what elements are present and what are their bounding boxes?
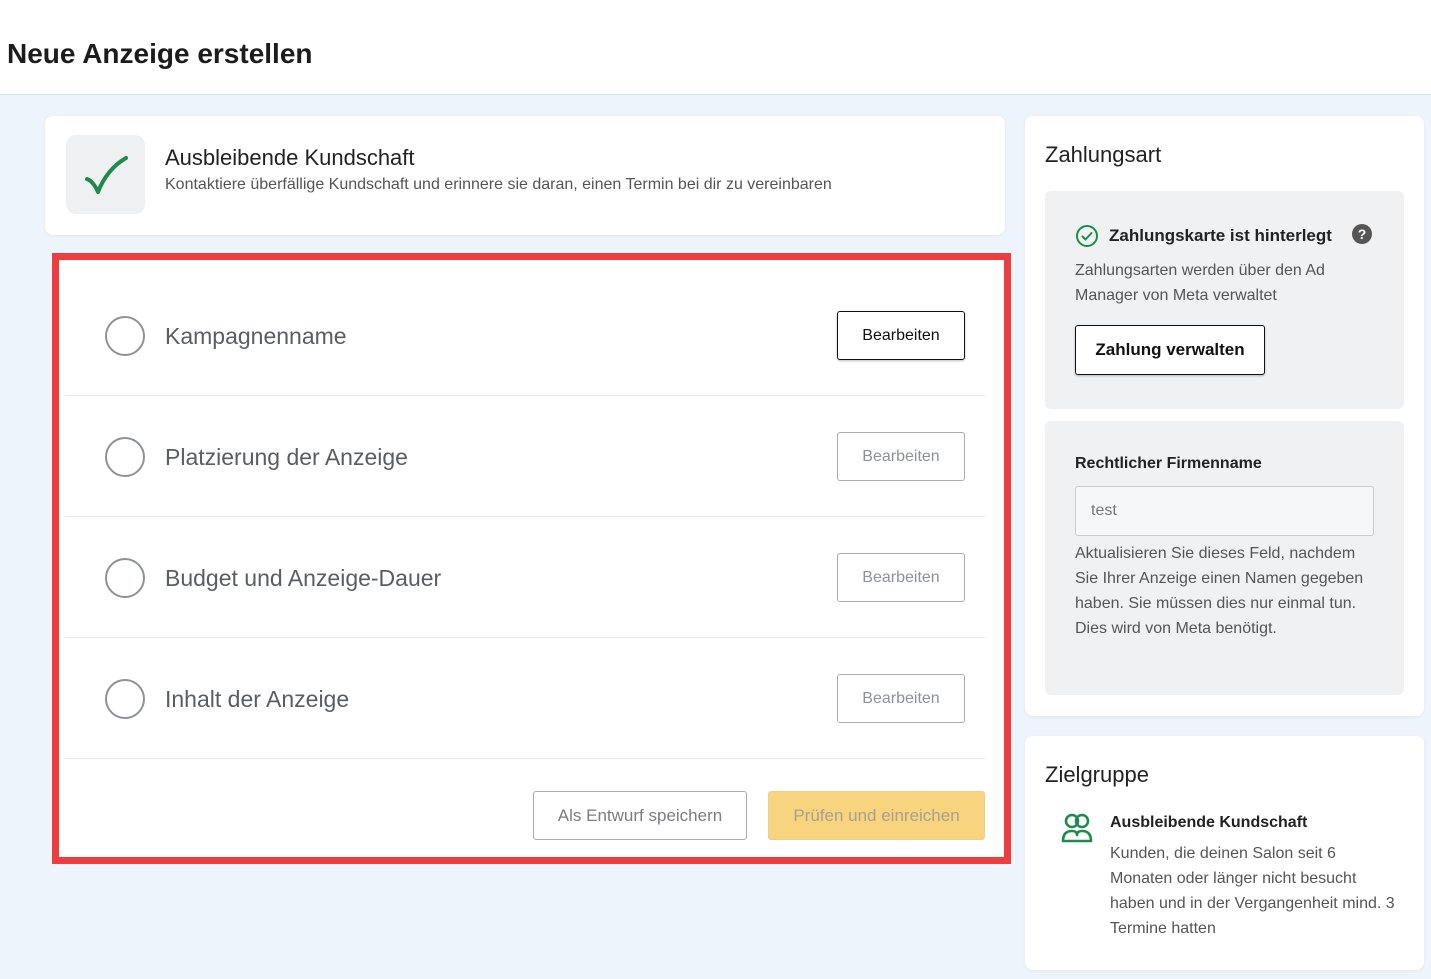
edit-campaign-name-button[interactable]: Bearbeiten	[837, 311, 965, 360]
user-group-icon	[1061, 813, 1093, 843]
step-label: Inhalt der Anzeige	[165, 686, 350, 712]
step-status-circle-icon	[105, 679, 145, 719]
legal-name-label: Rechtlicher Firmenname	[1075, 455, 1262, 472]
legal-name-help: Aktualisieren Sie dieses Feld, nachdem S…	[1075, 545, 1364, 637]
audience-card: Zielgruppe Ausbleibende Kundschaft Kunde…	[1025, 736, 1424, 970]
campaign-description: Kontaktiere überfällige Kundschaft und e…	[165, 176, 832, 193]
manage-payment-button[interactable]: Zahlung verwalten	[1075, 325, 1265, 375]
audience-name: Ausbleibende Kundschaft	[1110, 814, 1308, 831]
step-label: Budget und Anzeige-Dauer	[165, 565, 442, 591]
step-status-circle-icon	[105, 316, 145, 356]
step-label: Kampagnenname	[165, 323, 347, 349]
payment-status: Zahlungskarte ist hinterlegt	[1075, 224, 1332, 248]
legal-name-box: Rechtlicher Firmenname Aktualisieren Sie…	[1045, 421, 1404, 695]
audience-section-title: Zielgruppe	[1045, 762, 1149, 787]
payment-status-box: Zahlungskarte ist hinterlegt ? Zahlungsa…	[1045, 191, 1404, 409]
step-row-budget: Budget und Anzeige-Dauer Bearbeiten	[65, 517, 985, 638]
campaign-header-card: Ausbleibende Kundschaft Kontaktiere über…	[45, 116, 1005, 235]
step-label: Platzierung der Anzeige	[165, 444, 408, 470]
check-circle-icon	[1076, 225, 1098, 247]
payment-status-text: Zahlungskarte ist hinterlegt	[1109, 226, 1332, 245]
page-title: Neue Anzeige erstellen	[7, 38, 313, 69]
steps-card: Kampagnenname Bearbeiten Platzierung der…	[54, 255, 1007, 860]
top-bar: Neue Anzeige erstellen	[0, 0, 1431, 95]
help-icon[interactable]: ?	[1352, 224, 1372, 244]
save-draft-button[interactable]: Als Entwurf speichern	[533, 791, 747, 840]
step-status-circle-icon	[105, 437, 145, 477]
audience-description: Kunden, die deinen Salon seit 6 Monaten …	[1110, 845, 1395, 937]
legal-name-input[interactable]	[1075, 486, 1374, 536]
payment-description: Zahlungsarten werden über den Ad Manager…	[1075, 262, 1325, 304]
checkmark-icon	[66, 135, 145, 214]
step-status-circle-icon	[105, 558, 145, 598]
payment-section-title: Zahlungsart	[1045, 142, 1162, 167]
edit-placement-button[interactable]: Bearbeiten	[837, 432, 965, 481]
payment-card: Zahlungsart Zahlungskarte ist hinterlegt…	[1025, 116, 1424, 716]
edit-content-button[interactable]: Bearbeiten	[837, 674, 965, 723]
review-submit-button[interactable]: Prüfen und einreichen	[768, 791, 985, 840]
step-row-content: Inhalt der Anzeige Bearbeiten	[65, 638, 985, 759]
step-row-placement: Platzierung der Anzeige Bearbeiten	[65, 396, 985, 517]
campaign-title: Ausbleibende Kundschaft	[165, 145, 415, 170]
edit-budget-button[interactable]: Bearbeiten	[837, 553, 965, 602]
step-row-campaign-name: Kampagnenname Bearbeiten	[65, 275, 985, 396]
